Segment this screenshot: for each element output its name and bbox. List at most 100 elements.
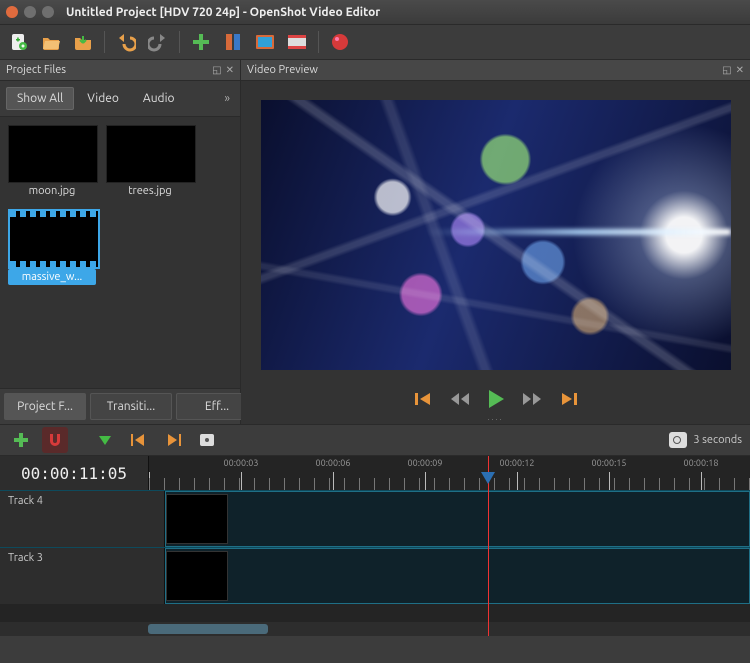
thumbnail-image bbox=[106, 125, 196, 183]
preview-area bbox=[241, 81, 750, 380]
project-file-item[interactable]: moon.jpg bbox=[8, 125, 96, 199]
magnet-icon bbox=[47, 432, 63, 448]
project-files-grid[interactable]: moon.jpg trees.jpg massive_w... bbox=[0, 117, 240, 388]
prev-marker-button[interactable] bbox=[126, 427, 152, 453]
fast-forward-icon bbox=[522, 391, 542, 407]
thumbnail-label: moon.jpg bbox=[8, 183, 96, 199]
window-maximize-button[interactable] bbox=[42, 6, 54, 18]
timeline-toolbar: 3 seconds bbox=[0, 424, 750, 456]
ruler-row: 00:00:11:05 00:00:03 00:00:06 00:00:09 0… bbox=[0, 456, 750, 490]
scrollbar-thumb[interactable] bbox=[148, 624, 268, 634]
undo-button[interactable] bbox=[113, 29, 139, 55]
fullscreen-button[interactable] bbox=[252, 29, 278, 55]
jump-start-icon bbox=[415, 391, 433, 407]
folder-open-icon bbox=[41, 32, 61, 52]
close-panel-icon[interactable]: ✕ bbox=[736, 64, 744, 76]
tick-label: 00:00:12 bbox=[500, 458, 535, 468]
filter-show-all[interactable]: Show All bbox=[6, 87, 74, 110]
next-marker-button[interactable] bbox=[160, 427, 186, 453]
track-lane[interactable] bbox=[165, 491, 750, 547]
save-project-button[interactable] bbox=[70, 29, 96, 55]
filter-audio[interactable]: Audio bbox=[132, 87, 186, 110]
tick-label: 00:00:15 bbox=[592, 458, 627, 468]
main-toolbar bbox=[0, 25, 750, 60]
ruler-minor-ticks bbox=[149, 478, 750, 490]
project-files-header: Project Files ◱ ✕ bbox=[0, 60, 240, 81]
add-marker-button[interactable] bbox=[92, 427, 118, 453]
choose-profile-button[interactable] bbox=[220, 29, 246, 55]
rewind-button[interactable] bbox=[450, 389, 470, 409]
window-minimize-button[interactable] bbox=[24, 6, 36, 18]
tick-label: 00:00:09 bbox=[408, 458, 443, 468]
prev-marker-icon bbox=[131, 433, 147, 447]
next-marker-icon bbox=[165, 433, 181, 447]
play-icon bbox=[487, 389, 505, 409]
detach-panel-icon[interactable]: ◱ bbox=[722, 64, 731, 76]
center-playhead-button[interactable] bbox=[194, 427, 220, 453]
jump-start-button[interactable] bbox=[414, 389, 434, 409]
timeline-hscrollbar[interactable] bbox=[0, 622, 750, 636]
plus-icon bbox=[13, 432, 29, 448]
tick-label: 00:00:06 bbox=[316, 458, 351, 468]
video-preview-panel: Video Preview ◱ ✕ bbox=[241, 60, 750, 424]
record-icon bbox=[330, 32, 350, 52]
export-video-button[interactable] bbox=[284, 29, 310, 55]
snap-button[interactable] bbox=[42, 427, 68, 453]
close-panel-icon[interactable]: ✕ bbox=[226, 64, 234, 76]
timeline: 00:00:11:05 00:00:03 00:00:06 00:00:09 0… bbox=[0, 456, 750, 636]
middle-area: Project Files ◱ ✕ Show All Video Audio »… bbox=[0, 60, 750, 424]
timeline-clip[interactable] bbox=[166, 494, 228, 544]
add-track-button[interactable] bbox=[8, 427, 34, 453]
timeline-ruler[interactable]: 00:00:03 00:00:06 00:00:09 00:00:12 00:0… bbox=[149, 456, 750, 490]
tab-transitions[interactable]: Transiti... bbox=[90, 393, 172, 420]
file-filter-tabs: Show All Video Audio » bbox=[0, 81, 240, 117]
tab-project-files[interactable]: Project F... bbox=[4, 393, 86, 420]
current-timecode[interactable]: 00:00:11:05 bbox=[0, 456, 149, 490]
track-header[interactable]: Track 4 bbox=[0, 491, 165, 547]
redo-button[interactable] bbox=[145, 29, 171, 55]
project-file-item[interactable]: massive_w... bbox=[8, 209, 96, 285]
import-files-button[interactable] bbox=[188, 29, 214, 55]
separator bbox=[104, 31, 105, 53]
thumbnail-image bbox=[8, 125, 98, 183]
new-project-button[interactable] bbox=[6, 29, 32, 55]
play-button[interactable] bbox=[486, 389, 506, 409]
thumbnail-image bbox=[8, 209, 100, 269]
export-icon bbox=[287, 34, 307, 50]
separator bbox=[179, 31, 180, 53]
track-header[interactable]: Track 3 bbox=[0, 548, 165, 604]
track-row: Track 3 bbox=[0, 547, 750, 604]
zoom-indicator: 3 seconds bbox=[669, 432, 742, 448]
thumbnail-label: trees.jpg bbox=[106, 183, 194, 199]
fullscreen-icon bbox=[255, 34, 275, 50]
fast-forward-button[interactable] bbox=[522, 389, 542, 409]
marker-down-icon bbox=[98, 433, 112, 447]
zoom-slider-icon[interactable] bbox=[669, 432, 687, 448]
track-name: Track 3 bbox=[8, 552, 43, 564]
preview-flare bbox=[425, 229, 731, 235]
filter-video[interactable]: Video bbox=[76, 87, 130, 110]
playhead[interactable] bbox=[488, 456, 489, 636]
window-close-button[interactable] bbox=[6, 6, 18, 18]
timeline-clip[interactable] bbox=[166, 551, 228, 601]
project-files-panel: Project Files ◱ ✕ Show All Video Audio »… bbox=[0, 60, 241, 424]
video-preview-header: Video Preview ◱ ✕ bbox=[241, 60, 750, 81]
left-panel-tabs: Project F... Transiti... Eff... bbox=[0, 388, 240, 424]
separator bbox=[318, 31, 319, 53]
jump-end-button[interactable] bbox=[558, 389, 578, 409]
track-lane[interactable] bbox=[165, 548, 750, 604]
splitter-handle[interactable]: ···· bbox=[241, 418, 750, 424]
project-file-item[interactable]: trees.jpg bbox=[106, 125, 194, 199]
tick-label: 00:00:18 bbox=[684, 458, 719, 468]
window-title: Untitled Project [HDV 720 24p] - OpenSho… bbox=[66, 6, 380, 19]
open-project-button[interactable] bbox=[38, 29, 64, 55]
record-button[interactable] bbox=[327, 29, 353, 55]
zoom-label: 3 seconds bbox=[693, 434, 742, 446]
detach-panel-icon[interactable]: ◱ bbox=[212, 64, 221, 76]
track-name: Track 4 bbox=[8, 495, 43, 507]
rewind-icon bbox=[450, 391, 470, 407]
filter-overflow-button[interactable]: » bbox=[220, 92, 234, 105]
preview-frame[interactable] bbox=[261, 100, 731, 370]
thumbnail-label: massive_w... bbox=[8, 269, 96, 285]
transport-controls bbox=[241, 380, 750, 418]
